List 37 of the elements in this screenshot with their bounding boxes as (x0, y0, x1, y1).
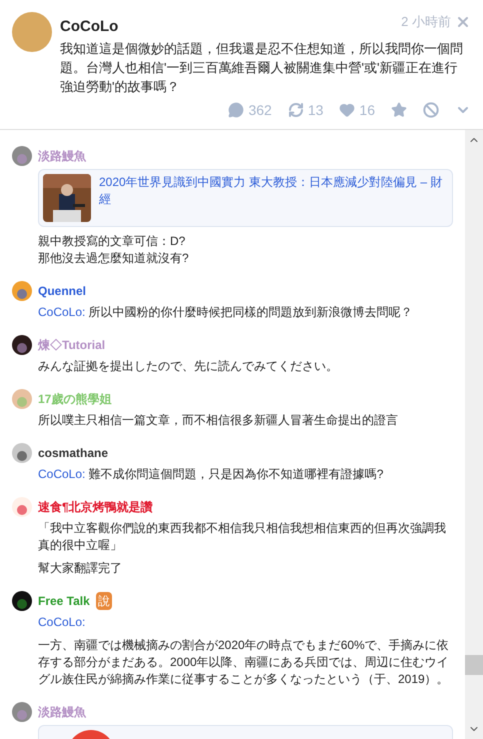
author-name[interactable]: 淡路鰻魚 (38, 702, 86, 720)
link-card[interactable]: 2020年世界見識到中國實力 東大教授：日本應減少對陸偏見 – 財經 (38, 168, 453, 226)
scrollbar[interactable] (465, 130, 483, 739)
author-name[interactable]: Free Talk (38, 592, 90, 610)
refresh-icon (288, 102, 304, 118)
comment-text: 所以中國粉的你什麼時候把同樣的問題放到新浪微博去問呢？ (88, 304, 413, 318)
comment-text: 「我中立客觀你們說的東西我都不相信我只相信我想相信東西的但再次強調我真的很中立喔」 (38, 520, 446, 552)
comment-text: 一方、南疆では機械摘みの割合が2020年の時点でもまだ60%で、手摘みに依存する部分がまだある。2000年以降、南疆にある兵団では、周辺に住むウイグル族住民が綿摘み作業に従事することが多くなったという（于、2019）。 (38, 638, 449, 686)
comment-text: 親中教授寫的文章可信：D? 那他沒去過怎麼知道就沒有? (38, 234, 189, 264)
avatar (12, 590, 32, 610)
reply-mention[interactable]: CoCoLo: (38, 304, 89, 318)
avatar (12, 146, 32, 166)
comment-icon (228, 102, 244, 118)
reply-mention[interactable]: CoCoLo: (38, 466, 89, 480)
comment-text: 難不成你問這個問題，只是因為你不知道哪裡有證據嗎? (88, 466, 384, 480)
reply-mention[interactable]: CoCoLo: (38, 614, 86, 630)
avatar (12, 702, 32, 722)
scroll-thumb[interactable] (465, 655, 483, 675)
avatar (12, 334, 32, 354)
comment-text: 所以噗主只相信一篇文章，而不相信很多新疆人冒著生命提出的證言 (38, 412, 398, 426)
avatar (12, 12, 52, 52)
author-name[interactable]: CoCoLo (60, 16, 118, 38)
author-name[interactable]: 煉◇Tutorial (38, 336, 106, 354)
author-name[interactable]: 速食¶北京烤鴨就是讚 (38, 498, 153, 516)
avatar (12, 442, 32, 462)
post-time: 2 小時前 (401, 13, 451, 31)
author-name[interactable]: Quennel (38, 282, 86, 300)
avatar (12, 388, 32, 408)
avatar (12, 496, 32, 516)
avatar (12, 280, 32, 300)
author-name[interactable]: 淡路鰻魚 (38, 146, 86, 164)
comment-text: 幫大家翻譯完了 (38, 560, 122, 574)
heart-icon (339, 102, 356, 118)
post-text: 我知道這是個微妙的話題，但我還是忍不住想知道，所以我問你一個問題。台灣人也相信'一到三百萬維吾爾人被關進集中營'或'新疆正在進行強迫勞動'的故事嗎？ (60, 40, 464, 96)
comment-text: みんな証拠を提出したので、先に読んでみてください。 (38, 358, 338, 372)
badge: 說 (96, 592, 112, 610)
author-name[interactable]: cosmathane (38, 444, 108, 462)
